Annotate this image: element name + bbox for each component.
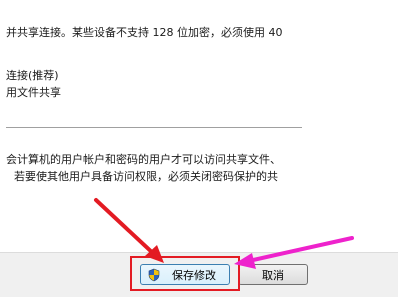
password-protection-description: 会计算机的用户帐户和密码的用户才可以访问共享文件、 [6,153,281,166]
section-divider [6,127,302,128]
option-label-file-sharing: 用文件共享 [6,86,61,99]
cancel-label: 取消 [262,269,284,282]
save-changes-button[interactable]: 保存修改 [140,264,230,285]
sharing-settings-dialog: 并共享连接。某些设备不支持 128 位加密，必须使用 40 连接(推荐) 用文件… [0,0,398,297]
password-protection-description-2: 若要使其他用户具备访问权限，必须关闭密码保护的共 [14,170,278,183]
cancel-button[interactable]: 取消 [238,264,308,285]
uac-shield-icon [148,268,160,282]
encryption-description: 并共享连接。某些设备不支持 128 位加密，必须使用 40 [6,26,283,39]
option-label-recommended-connection: 连接(推荐) [6,69,59,82]
save-changes-label: 保存修改 [172,269,216,282]
